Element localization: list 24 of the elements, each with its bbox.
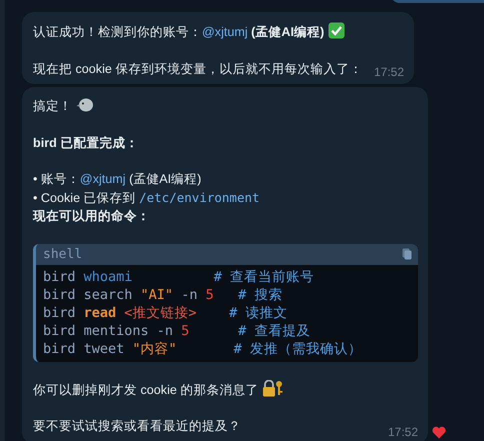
message-text: 认证成功！检测到你的账号：@xjtumj (孟健AI编程) [33, 22, 346, 42]
code-line: bird read <推文链接> # 读推文 [43, 304, 288, 322]
check-mark-icon [328, 22, 346, 39]
bird-icon [76, 97, 94, 113]
heart-icon[interactable] [432, 426, 446, 439]
message-text: 现在可以用的命令： [33, 208, 150, 225]
message-text: bird 已配置完成： [33, 134, 138, 152]
code-line: bird tweet "内容" # 发推（需我确认） [43, 340, 363, 358]
lock-icon [262, 380, 284, 396]
message-text: 要不要试试搜索或看看最近的提及？ [33, 418, 241, 435]
code-line: bird mentions -n 5 # 查看提及 [43, 322, 312, 340]
message-text: • 账号：@xjtumj (孟健AI编程) [33, 171, 202, 188]
message-text: 现在把 cookie 保存到环境变量，以后就不用每次输入了： [33, 60, 362, 78]
mention-link[interactable]: @xjtumj [80, 172, 126, 186]
message-text: 搞定！ [33, 97, 94, 116]
message-text: 你可以删掉刚才发 cookie 的那条消息了 [33, 380, 284, 399]
code-line: bird whoami # 查看当前账号 [43, 268, 315, 286]
message-text: • Cookie 已保存到 /etc/environment [33, 188, 260, 206]
code-line: bird search "AI" -n 5 # 搜索 [43, 286, 284, 304]
mention-link[interactable]: @xjtumj [202, 25, 248, 39]
message-time: 17:52 [374, 65, 404, 79]
code-language: shell [43, 246, 82, 262]
copy-icon[interactable] [402, 248, 412, 260]
message-time: 17:52 [388, 424, 418, 438]
